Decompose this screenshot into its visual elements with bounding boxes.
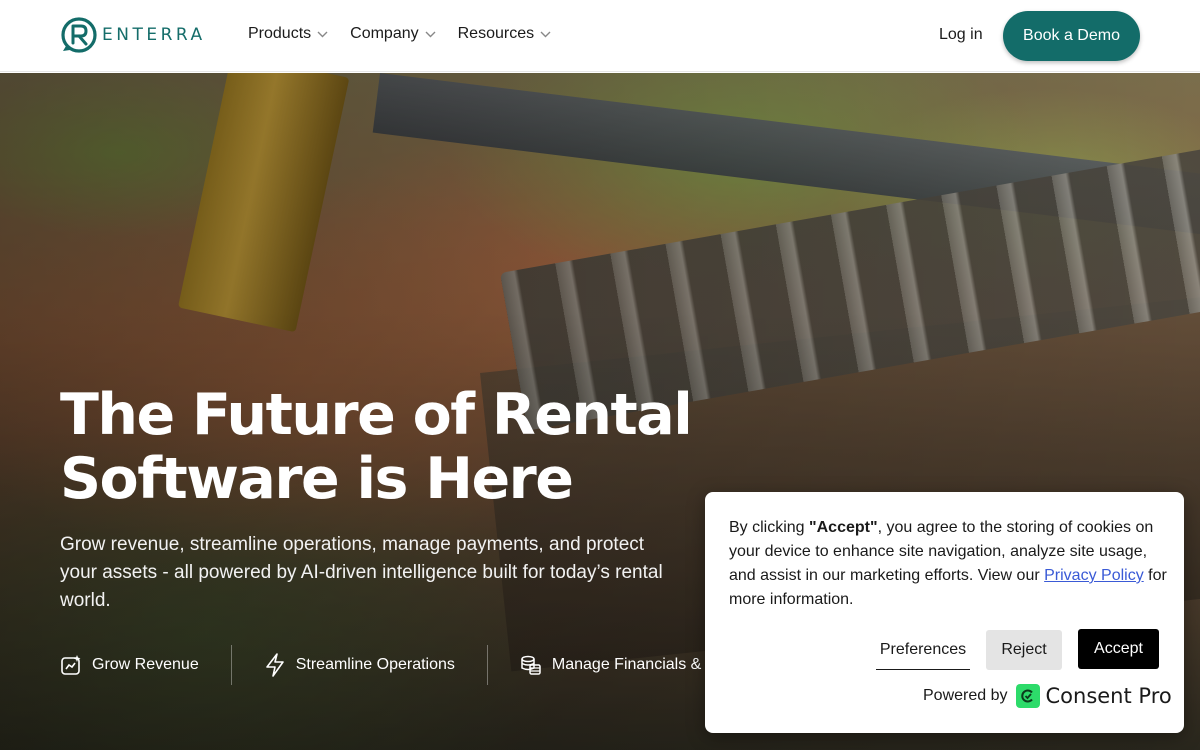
page: ENTERRA Products Company Resources Log i… xyxy=(0,0,1200,750)
preferences-button[interactable]: Preferences xyxy=(876,630,970,670)
chart-sparkle-icon xyxy=(61,655,81,675)
logo-text: ENTERRA xyxy=(102,25,206,45)
chevron-down-icon xyxy=(425,31,436,37)
hero-title: The Future of Rental Software is Here xyxy=(60,382,693,512)
cookie-text-accept-quote: "Accept" xyxy=(809,519,878,536)
reject-button[interactable]: Reject xyxy=(986,630,1062,670)
powered-by[interactable]: Powered by Consent Pro xyxy=(923,684,1172,708)
feature-label: Grow Revenue xyxy=(92,656,199,673)
menu-item-label: Products xyxy=(248,25,312,42)
coins-icon xyxy=(521,655,541,675)
chevron-down-icon xyxy=(540,31,551,37)
feature-streamline-operations[interactable]: Streamline Operations xyxy=(264,653,455,677)
privacy-policy-link[interactable]: Privacy Policy xyxy=(1044,567,1144,584)
feature-grow-revenue[interactable]: Grow Revenue xyxy=(60,654,199,676)
hero-subtitle: Grow revenue, streamline operations, man… xyxy=(60,534,663,611)
top-nav: ENTERRA Products Company Resources Log i… xyxy=(0,0,1200,72)
feature-divider xyxy=(486,645,488,685)
chevron-down-icon xyxy=(317,31,328,37)
menu-item-label: Resources xyxy=(457,25,535,42)
cookie-message: By clicking "Accept", you agree to the s… xyxy=(729,516,1169,612)
feature-label: Streamline Operations xyxy=(295,656,455,673)
feature-list: Grow Revenue Streamline Operations Manag xyxy=(60,645,716,685)
feature-manage-financials[interactable]: Manage Financials & P xyxy=(520,654,717,676)
login-link[interactable]: Log in xyxy=(939,26,983,44)
menu-item-resources[interactable]: Resources xyxy=(458,25,551,43)
menu-item-products[interactable]: Products xyxy=(248,25,328,43)
consent-pro-logo-icon xyxy=(1015,684,1040,708)
main-menu: Products Company Resources xyxy=(248,25,573,43)
menu-item-label: Company xyxy=(350,25,419,42)
lightning-icon xyxy=(265,653,284,677)
menu-item-company[interactable]: Company xyxy=(350,25,436,43)
enterra-logo[interactable]: ENTERRA xyxy=(60,16,206,54)
book-demo-button[interactable]: Book a Demo xyxy=(1003,11,1140,61)
consent-pro-brand: Consent Pro xyxy=(1045,684,1172,708)
cookie-text-before: By clicking xyxy=(729,519,810,536)
powered-by-label: Powered by xyxy=(923,687,1008,704)
accept-button[interactable]: Accept xyxy=(1078,629,1159,669)
feature-label: Manage Financials & P xyxy=(551,656,717,673)
feature-divider xyxy=(230,645,232,685)
cookie-consent-banner: By clicking "Accept", you agree to the s… xyxy=(705,492,1184,733)
enterra-logo-icon xyxy=(61,17,97,53)
